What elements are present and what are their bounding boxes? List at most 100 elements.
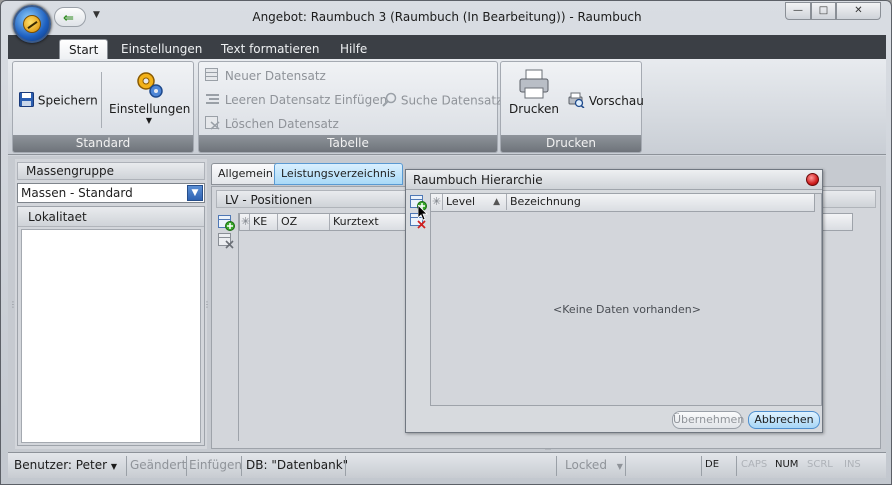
settings-button[interactable]: Einstellungen ▼ [109, 68, 191, 125]
sort-ascending-icon: ▲ [493, 197, 500, 207]
dialog-title-bar[interactable]: Raumbuch Hierarchie [406, 170, 822, 190]
insert-empty-record-button[interactable]: Leeren Datensatz Einfügen [205, 92, 387, 109]
lokalitaet-header: Lokalitaet [18, 207, 204, 227]
massengruppe-combo[interactable]: Massen - Standard ▼ [17, 183, 205, 203]
tab-allgemein[interactable]: Allgemein [211, 163, 280, 185]
ribbon-group-drucken: Drucken Vorschau Drucken [500, 61, 644, 153]
status-separator [345, 456, 346, 476]
delete-record-label: Löschen Datensatz [224, 117, 339, 131]
status-separator [736, 456, 737, 476]
search-record-button[interactable]: Suche Datensatz [381, 92, 502, 110]
printer-icon [509, 68, 559, 102]
status-separator [556, 456, 557, 476]
window-controls: — □ ✕ [785, 2, 885, 22]
status-ins: INS [844, 459, 861, 470]
hierarchie-grid[interactable]: ✳ Level ▲ Bezeichnung <Keine Daten vorha… [430, 193, 822, 406]
group-label-standard: Standard [13, 135, 193, 152]
center-splitter-grip-icon[interactable]: ⋮ [203, 300, 211, 309]
status-locked[interactable]: Locked ▼ [565, 458, 623, 472]
massengruppe-header: Massengruppe [17, 162, 205, 180]
status-user[interactable]: Benutzer: Peter ▼ [14, 458, 117, 472]
print-label: Drucken [509, 102, 559, 116]
accept-button[interactable]: Übernehmen [672, 411, 744, 429]
tab-hilfe[interactable]: Hilfe [331, 39, 376, 59]
maximize-button[interactable]: □ [811, 2, 836, 20]
mouse-cursor-icon [418, 205, 428, 221]
column-header-ke[interactable]: KE [250, 214, 278, 230]
tab-text-formatieren[interactable]: Text formatieren [212, 39, 329, 59]
search-icon [381, 92, 397, 110]
new-record-icon [205, 68, 221, 85]
insert-empty-label: Leeren Datensatz Einfügen [224, 93, 388, 107]
delete-row-icon[interactable] [218, 233, 236, 251]
app-logo-icon [23, 15, 41, 33]
new-record-button[interactable]: Neuer Datensatz [205, 68, 326, 85]
status-language: DE [705, 459, 720, 470]
left-splitter-grip-icon[interactable]: ⋮ [9, 300, 17, 309]
massengruppe-combo-value: Massen - Standard [21, 186, 133, 200]
ribbon-tab-bar: Start Einstellungen Text formatieren Hil… [8, 35, 886, 59]
delete-record-icon [205, 116, 221, 133]
lokalitaet-list[interactable] [21, 229, 201, 443]
lv-grid-toolbar [218, 215, 236, 251]
delete-record-button[interactable]: Löschen Datensatz [205, 116, 339, 133]
gears-icon [109, 68, 189, 102]
status-separator [701, 456, 702, 476]
dialog-close-icon[interactable] [806, 173, 819, 186]
preview-button[interactable]: Vorschau [567, 92, 644, 111]
column-header-level[interactable]: Level ▲ [443, 194, 507, 210]
row-selector-icon: ✳ [432, 194, 443, 210]
ribbon-group-tabelle: Neuer Datensatz Leeren Datensatz Einfüge… [198, 61, 502, 153]
save-label: Speichern [37, 93, 98, 108]
print-preview-icon [567, 92, 585, 111]
application-menu-button[interactable] [13, 5, 51, 43]
status-changed: Geändert [130, 458, 187, 472]
add-row-icon[interactable] [218, 215, 236, 233]
lokalitaet-panel: Lokalitaet [17, 206, 205, 446]
floppy-disk-icon [19, 92, 34, 110]
app-window: ⇐ ▼ Angebot: Raumbuch 3 (Raumbuch (In Be… [0, 0, 892, 485]
column-header-oz[interactable]: OZ [278, 214, 330, 230]
print-button[interactable]: Drucken [509, 68, 559, 116]
chevron-down-icon[interactable]: ▼ [187, 185, 203, 201]
bottom-splitter-grip-icon[interactable]: … [545, 445, 553, 452]
empty-grid-message: <Keine Daten vorhanden> [553, 303, 701, 316]
group-label-tabelle: Tabelle [199, 135, 497, 152]
tab-leistungsverzeichnis[interactable]: Leistungsverzeichnis [274, 163, 403, 185]
close-button[interactable]: ✕ [836, 2, 881, 20]
save-button[interactable]: Speichern [19, 92, 98, 110]
status-scrl: SCRL [807, 459, 833, 470]
cancel-button[interactable]: Abbrechen [748, 411, 820, 429]
insert-record-icon [205, 92, 221, 109]
minimize-button[interactable]: — [785, 2, 811, 20]
left-panel: Massengruppe Massen - Standard ▼ Lokalit… [15, 159, 207, 449]
status-separator [625, 456, 626, 476]
status-bar: Benutzer: Peter ▼ Geändert Einfügen DB: … [8, 452, 886, 478]
status-separator [241, 456, 242, 476]
status-num: NUM [775, 459, 799, 470]
ribbon-body: Speichern Einstellungen ▼ Standard Neuer… [8, 59, 886, 155]
status-database: DB: "Datenbank" [246, 458, 349, 472]
title-bar: ⇐ ▼ Angebot: Raumbuch 3 (Raumbuch (In Be… [1, 1, 891, 43]
settings-dropdown-icon: ▼ [145, 116, 153, 125]
status-separator [186, 456, 187, 476]
raumbuch-hierarchie-dialog: Raumbuch Hierarchie ✳ Level ▲ Bezeichnun… [405, 169, 823, 433]
status-user-label: Benutzer: Peter [14, 458, 108, 472]
tab-start[interactable]: Start [59, 39, 109, 59]
column-header-level-label: Level [446, 195, 476, 208]
status-insert: Einfügen [189, 458, 242, 472]
status-locked-label: Locked [565, 458, 607, 472]
status-caps: CAPS [741, 459, 768, 470]
search-record-label: Suche Datensatz [400, 93, 503, 108]
window-title: Angebot: Raumbuch 3 (Raumbuch (In Bearbe… [252, 10, 642, 24]
column-header-bezeichnung[interactable]: Bezeichnung [507, 194, 813, 210]
preview-label: Vorschau [588, 94, 644, 108]
status-separator [126, 456, 127, 476]
settings-label: Einstellungen [109, 102, 191, 116]
tab-einstellungen[interactable]: Einstellungen [112, 39, 211, 59]
locked-dropdown-icon: ▼ [616, 462, 623, 471]
new-record-label: Neuer Datensatz [224, 69, 326, 83]
dialog-title: Raumbuch Hierarchie [413, 173, 543, 187]
hierarchie-grid-header: ✳ Level ▲ Bezeichnung [431, 194, 815, 212]
user-dropdown-icon: ▼ [110, 462, 117, 471]
